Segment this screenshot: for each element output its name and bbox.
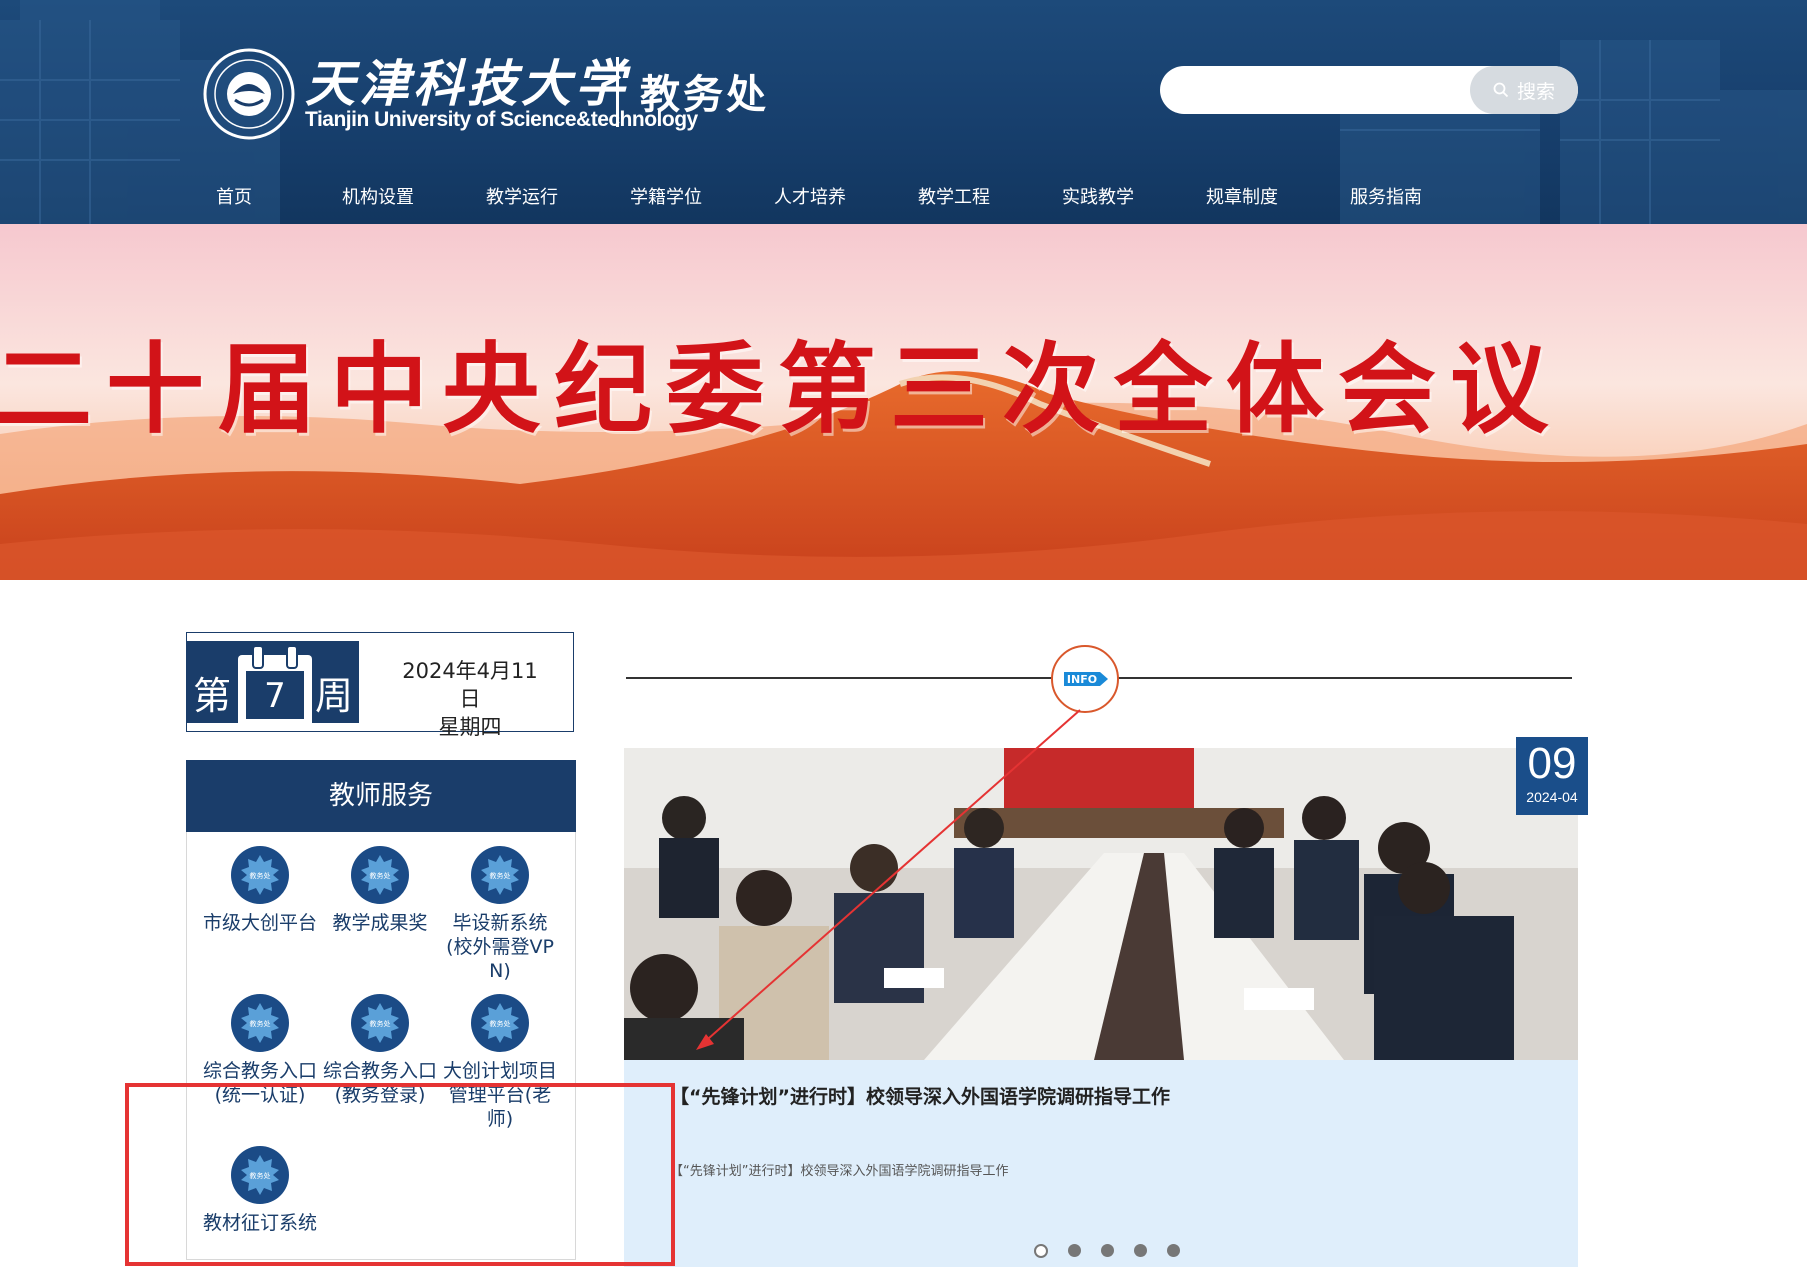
service-item-innovation-project-platform[interactable]: 教务处 大创计划项目管理平台(老师) xyxy=(440,993,560,1131)
nav-item-service-guide[interactable]: 服务指南 xyxy=(1326,183,1446,209)
calendar-icon: 7 xyxy=(238,645,312,731)
badge-icon-text: 教务处 xyxy=(370,871,391,880)
service-item-thesis-system[interactable]: 教务处 毕设新系统(校外需登VPN) xyxy=(440,845,560,983)
nav-item-student-status[interactable]: 学籍学位 xyxy=(606,183,726,209)
service-item-academic-portal-login[interactable]: 教务处 综合教务入口(教务登录) xyxy=(320,993,440,1107)
search-button[interactable]: 搜索 xyxy=(1470,66,1578,114)
week-number-block: 第 7 周 xyxy=(187,641,359,731)
slider-dot-5[interactable] xyxy=(1167,1244,1181,1257)
news-date-badge: 09 2024-04 xyxy=(1516,737,1588,815)
info-icon: INFO xyxy=(1051,645,1119,713)
site-header: 天津科技大学 Tianjin University of Science&tec… xyxy=(0,0,1807,224)
badge-icon: 教务处 xyxy=(471,994,529,1052)
university-seal-logo xyxy=(203,48,295,140)
service-item-label: 教学成果奖 xyxy=(332,912,428,934)
nav-item-talent-training[interactable]: 人才培养 xyxy=(750,183,870,209)
nav-item-teaching-operation[interactable]: 教学运行 xyxy=(462,183,582,209)
week-suffix: 周 xyxy=(315,674,354,718)
badge-icon-text: 教务处 xyxy=(370,1019,391,1028)
main-nav: 首页 机构设置 教学运行 学籍学位 人才培养 教学工程 实践教学 规章制度 服务… xyxy=(0,183,1807,213)
search-button-label: 搜索 xyxy=(1516,80,1555,103)
service-item-label: 市级大创平台 xyxy=(202,912,317,934)
badge-icon-text: 教务处 xyxy=(250,1171,271,1180)
week-number: 7 xyxy=(246,671,304,719)
news-summary: 【“先锋计划”进行时】校领导深入外国语学院调研指导工作 xyxy=(670,1164,1009,1179)
slider-dot-4[interactable] xyxy=(1134,1244,1148,1257)
nav-item-teaching-engineering[interactable]: 教学工程 xyxy=(894,183,1014,209)
service-item-city-innovation-platform[interactable]: 教务处 市级大创平台 xyxy=(200,845,320,935)
current-date: 2024年4月11日 星期四 xyxy=(395,657,545,741)
week-prefix: 第 xyxy=(193,674,232,718)
news-date-year-month: 2024-04 xyxy=(1526,789,1578,805)
slider-pagination xyxy=(1034,1240,1195,1258)
weekday-text: 星期四 xyxy=(438,715,502,739)
brand-name-cn: 天津科技大学 xyxy=(305,54,629,113)
slider-dot-3[interactable] xyxy=(1101,1244,1115,1257)
nav-item-home[interactable]: 首页 xyxy=(174,183,294,209)
badge-icon-text: 教务处 xyxy=(490,1019,511,1028)
service-item-textbook-ordering[interactable]: 教务处 教材征订系统 xyxy=(200,1145,320,1235)
search-icon xyxy=(1493,82,1509,98)
badge-icon: 教务处 xyxy=(231,1146,289,1204)
service-item-label: 教材征订系统 xyxy=(202,1212,317,1234)
badge-icon-text: 教务处 xyxy=(250,1019,271,1028)
service-item-label: 毕设新系统(校外需登VPN) xyxy=(446,912,554,982)
hero-banner[interactable]: 二十届中央纪委第三次全体会议 xyxy=(0,224,1807,580)
service-item-label: 大创计划项目管理平台(老师) xyxy=(442,1060,557,1130)
badge-icon: 教务处 xyxy=(231,846,289,904)
news-slider[interactable]: 【“先锋计划”进行时】校领导深入外国语学院调研指导工作 【“先锋计划”进行时】校… xyxy=(624,748,1578,1267)
slider-dot-2[interactable] xyxy=(1068,1244,1082,1257)
service-item-teaching-award[interactable]: 教务处 教学成果奖 xyxy=(320,845,440,935)
department-name: 教务处 xyxy=(640,72,769,118)
slider-dot-1[interactable] xyxy=(1034,1243,1048,1258)
week-indicator: 第 7 周 2024年4月11日 星期四 xyxy=(186,632,574,739)
badge-icon-text: 教务处 xyxy=(490,871,511,880)
news-date-day: 09 xyxy=(1527,739,1577,788)
badge-icon: 教务处 xyxy=(471,846,529,904)
date-text: 2024年4月11日 xyxy=(402,659,538,711)
badge-icon: 教务处 xyxy=(351,994,409,1052)
badge-icon-text: 教务处 xyxy=(250,871,271,880)
service-item-academic-portal-sso[interactable]: 教务处 综合教务入口(统一认证) xyxy=(200,993,320,1107)
info-icon-text: INFO xyxy=(1067,673,1097,686)
nav-item-regulations[interactable]: 规章制度 xyxy=(1182,183,1302,209)
search-input[interactable] xyxy=(1178,74,1442,108)
badge-icon: 教务处 xyxy=(351,846,409,904)
brand-name-en: Tianjin University of Science&technology xyxy=(305,108,698,131)
service-item-label: 综合教务入口(统一认证) xyxy=(202,1060,317,1106)
service-item-label: 综合教务入口(教务登录) xyxy=(322,1060,437,1106)
brand-separator xyxy=(616,57,619,127)
badge-icon: 教务处 xyxy=(231,994,289,1052)
teacher-service-panel: 教师服务 教务处 市级大创平台 教务处 教学成果奖 教务处 毕设新系统(校外需登… xyxy=(186,760,576,1260)
news-title[interactable]: 【“先锋计划”进行时】校领导深入外国语学院调研指导工作 xyxy=(670,1082,1170,1109)
nav-item-organization[interactable]: 机构设置 xyxy=(318,183,438,209)
teacher-service-title: 教师服务 xyxy=(186,760,576,832)
search-box: 搜索 xyxy=(1160,66,1578,114)
nav-item-practice-teaching[interactable]: 实践教学 xyxy=(1038,183,1158,209)
news-photo[interactable] xyxy=(624,748,1578,1060)
banner-title: 二十届中央纪委第三次全体会议 xyxy=(0,332,1563,447)
